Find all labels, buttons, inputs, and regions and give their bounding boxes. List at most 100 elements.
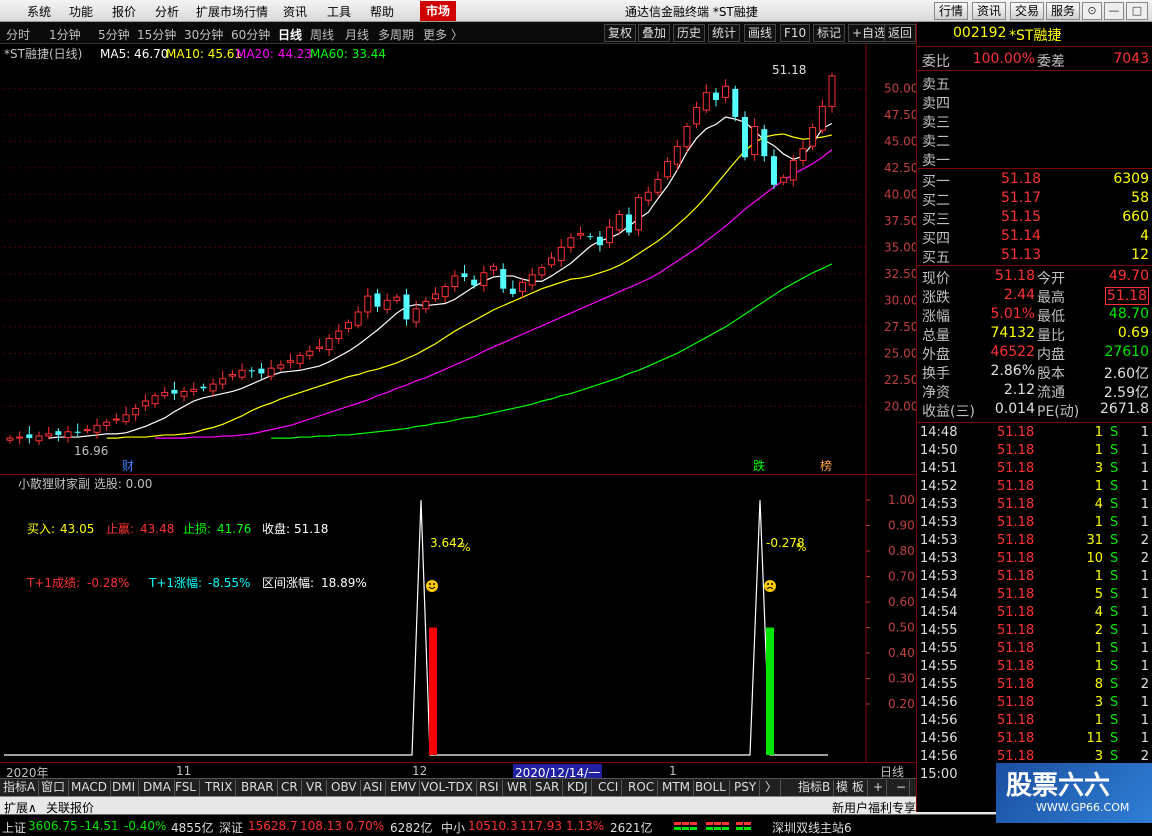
tick-direction: S xyxy=(1110,551,1119,566)
period-monthly[interactable]: 月线 xyxy=(345,26,369,43)
service-tab-button[interactable]: 服务 xyxy=(1046,2,1081,20)
period-15min[interactable]: 15分钟 xyxy=(137,26,176,43)
event-mark-list[interactable]: 榜 xyxy=(820,458,832,473)
tick-row: 14:51 51.18 3 S 1 xyxy=(917,460,1152,478)
tab-vr[interactable]: VR xyxy=(303,780,327,796)
tab-roc[interactable]: ROC xyxy=(625,780,659,796)
mark-button[interactable]: 标记 xyxy=(813,24,846,42)
tab-emv[interactable]: EMV xyxy=(387,780,421,796)
tab-macd[interactable]: MACD xyxy=(68,780,111,796)
event-mark-finance[interactable]: 财 xyxy=(122,459,134,473)
tab-dma[interactable]: DMA xyxy=(140,780,175,796)
quote-row[interactable]: 卖二 xyxy=(917,130,1152,150)
quote-row[interactable]: 卖五 xyxy=(917,73,1152,93)
menu-system[interactable]: 系统 xyxy=(27,3,51,20)
tab-sar[interactable]: SAR xyxy=(532,780,564,796)
sz-label[interactable]: 深证 xyxy=(219,819,243,836)
stats-button[interactable]: 统计 xyxy=(708,24,741,42)
quote-row[interactable]: 买二 51.17 58 xyxy=(917,189,1152,209)
candlestick-chart[interactable]: 50.00 47.50 45.00 42.50 40.00 37.50 35.00 32.50… xyxy=(0,44,916,474)
maximize-icon[interactable]: □ xyxy=(1126,2,1148,20)
tab-cr[interactable]: CR xyxy=(278,780,302,796)
tab-indicator-a[interactable]: 指标A xyxy=(0,780,40,796)
price-tick-label: 30.00 xyxy=(884,293,916,307)
tab-fsl[interactable]: FSL xyxy=(172,780,200,796)
menu-quote[interactable]: 报价 xyxy=(112,3,136,20)
tick-volume: 1 xyxy=(1094,569,1103,584)
quote-row[interactable]: 买三 51.15 660 xyxy=(917,208,1152,228)
quote-row-volume: 660 xyxy=(1122,209,1149,225)
sh-label[interactable]: 上证 xyxy=(2,819,26,836)
back-button[interactable]: 返回 xyxy=(884,24,916,42)
period-1min[interactable]: 1分钟 xyxy=(49,26,81,43)
period-multi[interactable]: 多周期 xyxy=(378,26,414,43)
stat-label: 净资 xyxy=(922,385,950,401)
menu-extended-market[interactable]: 扩展市场行情 xyxy=(196,3,268,20)
ma60-label: MA60: 33.44 xyxy=(310,47,386,61)
add-window-button[interactable]: + xyxy=(870,780,888,796)
tick-price: 51.18 xyxy=(997,677,1035,692)
tab-window[interactable]: 窗口 xyxy=(38,780,70,796)
quote-row[interactable]: 卖三 xyxy=(917,111,1152,131)
tab-psy[interactable]: PSY xyxy=(731,780,761,796)
quote-row[interactable]: 卖一 xyxy=(917,149,1152,169)
tab-trix[interactable]: TRIX xyxy=(202,780,237,796)
zx-label[interactable]: 中小 xyxy=(441,819,465,836)
menu-tools[interactable]: 工具 xyxy=(327,3,351,20)
quote-row[interactable]: 卖四 xyxy=(917,92,1152,112)
period-weekly[interactable]: 周线 xyxy=(310,26,334,43)
minimize-icon[interactable]: — xyxy=(1104,2,1124,20)
quote-tab-button[interactable]: 行情 xyxy=(934,2,969,20)
tab-more-arrow[interactable]: 〉 xyxy=(762,780,782,796)
quote-row[interactable]: 买五 51.13 12 xyxy=(917,246,1152,266)
tab-wr[interactable]: WR xyxy=(504,780,532,796)
overlay-button[interactable]: 叠加 xyxy=(638,24,671,42)
period-toolbar: 分时 1分钟 5分钟 15分钟 30分钟 60分钟 日线 周线 月线 多周期 更… xyxy=(0,22,916,44)
period-daily[interactable]: 日线 xyxy=(278,26,302,43)
tab-dmi[interactable]: DMI xyxy=(109,780,140,796)
tab-indicator-b[interactable]: 指标B xyxy=(795,780,835,796)
history-button[interactable]: 历史 xyxy=(673,24,706,42)
period-more[interactable]: 更多 〉 xyxy=(423,26,463,43)
tab-asi[interactable]: ASI xyxy=(360,780,387,796)
adjust-button[interactable]: 复权 xyxy=(604,24,637,42)
menu-help[interactable]: 帮助 xyxy=(370,3,394,20)
tab-obv[interactable]: OBV xyxy=(328,780,361,796)
options-icon[interactable]: ⊙ xyxy=(1082,2,1102,20)
tab-template[interactable]: 模 板 xyxy=(833,780,868,796)
period-intraday[interactable]: 分时 xyxy=(6,26,30,43)
period-60min[interactable]: 60分钟 xyxy=(231,26,270,43)
period-5min[interactable]: 5分钟 xyxy=(98,26,130,43)
tab-kdj[interactable]: KDJ xyxy=(564,780,592,796)
event-mark-fall[interactable]: 跌 xyxy=(753,458,765,473)
trade-tab-button[interactable]: 交易 xyxy=(1010,2,1045,20)
quote-row-volume: 4 xyxy=(1140,228,1149,244)
menu-news[interactable]: 资讯 xyxy=(283,3,307,20)
indicator-chart[interactable]: 1.00 0.90 0.80 0.70 0.60 0.50 0.40 0.30 0.20 小散狸… xyxy=(0,474,916,762)
tick-time: 14:56 xyxy=(920,749,958,764)
quote-row-label: 卖二 xyxy=(922,134,950,150)
market-button[interactable]: 市场 xyxy=(420,1,457,21)
f10-button[interactable]: F10 xyxy=(780,24,811,42)
tick-volume: 2 xyxy=(1094,623,1103,638)
stat-value: 5.01% xyxy=(990,306,1035,322)
period-30min[interactable]: 30分钟 xyxy=(184,26,223,43)
tab-vol-tdx[interactable]: VOL-TDX xyxy=(418,780,477,796)
tab-brar[interactable]: BRAR xyxy=(238,780,278,796)
remove-window-button[interactable]: − xyxy=(893,780,911,796)
news-tab-button[interactable]: 资讯 xyxy=(972,2,1007,20)
quote-row[interactable]: 买四 51.14 4 xyxy=(917,227,1152,247)
candle-body xyxy=(344,322,352,329)
tab-cci[interactable]: CCI xyxy=(595,780,623,796)
tick-time: 14:56 xyxy=(920,713,958,728)
candle-body xyxy=(761,129,768,157)
draw-button[interactable]: 画线 xyxy=(744,24,777,42)
server-station[interactable]: 深圳双线主站6 xyxy=(772,819,852,836)
menu-function[interactable]: 功能 xyxy=(69,3,93,20)
quote-row[interactable]: 买一 51.18 6309 xyxy=(917,170,1152,190)
tab-boll[interactable]: BOLL xyxy=(692,780,730,796)
tab-mtm[interactable]: MTM xyxy=(659,780,695,796)
tab-rsi[interactable]: RSI xyxy=(476,780,503,796)
candle-body xyxy=(219,378,227,385)
menu-analysis[interactable]: 分析 xyxy=(155,3,179,20)
